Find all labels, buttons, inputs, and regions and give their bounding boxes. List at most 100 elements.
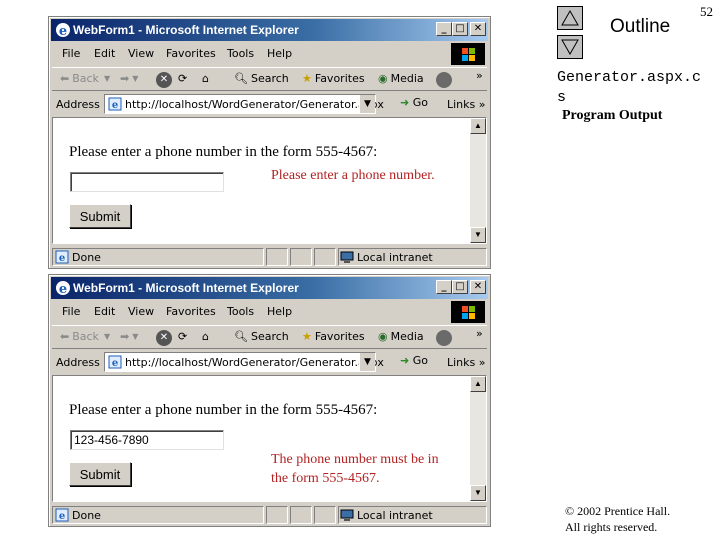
scroll-up-icon[interactable]: ▲	[470, 118, 486, 134]
previous-slide-button[interactable]	[557, 6, 583, 30]
refresh-icon: ⟳	[178, 72, 188, 85]
menu-bar: File Edit View Favorites Tools Help	[52, 43, 487, 65]
favorites-button[interactable]: ★ Favorites	[302, 330, 365, 343]
home-button[interactable]: ⌂	[202, 330, 212, 343]
toolbar: ⬅ Back ▼ ➡ ▼ ✕ ⟳ ⌂ 🔍︎ Search ★ Favorites ◉ Med…	[52, 325, 487, 349]
page-icon: e	[108, 355, 122, 369]
menu-edit[interactable]: Edit	[94, 305, 115, 318]
media-button[interactable]: ◉ Media	[378, 330, 424, 343]
refresh-icon: ⟳	[178, 330, 188, 343]
menu-help[interactable]: Help	[267, 305, 292, 318]
scroll-up-icon[interactable]: ▲	[470, 376, 486, 392]
page-icon: e	[108, 97, 122, 111]
browser-window-1: e WebForm1 - Microsoft Internet Explorer…	[48, 16, 491, 269]
validation-error: Please enter a phone number.	[271, 166, 435, 185]
chevron-down-icon: ▼	[132, 332, 139, 341]
chevron-down-icon[interactable]: ▼	[359, 95, 375, 113]
address-input[interactable]: e http://localhost/WordGenerator/Generat…	[104, 352, 384, 372]
search-button[interactable]: 🔍︎ Search	[234, 330, 289, 343]
scroll-down-icon[interactable]: ▼	[470, 485, 486, 501]
search-button[interactable]: 🔍︎ Search	[234, 72, 289, 85]
svg-text:e: e	[59, 282, 67, 296]
submit-button[interactable]: Submit	[69, 204, 131, 228]
close-button[interactable]: ✕	[470, 280, 486, 294]
menu-bar: File Edit View Favorites Tools Help	[52, 301, 487, 323]
title-bar[interactable]: e WebForm1 - Microsoft Internet Explorer…	[51, 19, 488, 41]
copyright-line: All rights reserved.	[565, 520, 658, 534]
slide-caption: Program Output	[562, 108, 663, 123]
menu-tools[interactable]: Tools	[227, 305, 254, 318]
menu-view[interactable]: View	[128, 47, 154, 60]
next-slide-button[interactable]	[557, 35, 583, 59]
address-input[interactable]: e http://localhost/WordGenerator/Generat…	[104, 94, 384, 114]
status-bar: e Done Local intranet	[52, 247, 487, 267]
go-button[interactable]: ➜ Go	[400, 96, 428, 109]
menu-favorites[interactable]: Favorites	[166, 47, 216, 60]
copyright-line: © 2002 Prentice Hall.	[565, 504, 671, 518]
address-url: http://localhost/WordGenerator/Generator…	[125, 98, 384, 111]
menu-file[interactable]: File	[62, 305, 80, 318]
outline-label[interactable]: Outline	[610, 16, 670, 38]
browser-window-2: e WebForm1 - Microsoft Internet Explorer…	[48, 274, 491, 527]
stop-button[interactable]: ✕	[156, 72, 172, 88]
scroll-down-icon[interactable]: ▼	[470, 227, 486, 243]
forward-button[interactable]: ➡ ▼	[120, 72, 138, 85]
go-arrow-icon: ➜	[400, 354, 410, 367]
vertical-scrollbar[interactable]: ▲ ▼	[470, 376, 486, 501]
windows-logo-icon	[451, 43, 485, 65]
refresh-button[interactable]: ⟳	[178, 330, 190, 343]
error-line: Please enter a phone number.	[271, 168, 435, 183]
stop-button[interactable]: ✕	[156, 330, 172, 346]
file-name-line: Generator.aspx.c	[557, 69, 702, 86]
refresh-button[interactable]: ⟳	[178, 72, 190, 85]
phone-input[interactable]: 123-456-7890	[70, 430, 224, 450]
favorites-button[interactable]: ★ Favorites	[302, 72, 365, 85]
media-icon: ◉	[378, 330, 388, 343]
triangle-down-icon	[561, 39, 579, 55]
maximize-button[interactable]: □	[452, 22, 468, 36]
page-done-icon: e	[55, 250, 69, 264]
links-button[interactable]: Links »	[447, 356, 486, 369]
back-button[interactable]: ⬅ Back ▼	[60, 330, 110, 343]
stop-icon: ✕	[156, 72, 172, 88]
phone-prompt: Please enter a phone number in the form …	[69, 402, 378, 418]
error-line: the form 555-4567.	[271, 471, 380, 486]
phone-prompt: Please enter a phone number in the form …	[69, 144, 378, 160]
zone-label: Local intranet	[357, 251, 433, 264]
title-bar[interactable]: e WebForm1 - Microsoft Internet Explorer…	[51, 277, 488, 299]
menu-help[interactable]: Help	[267, 47, 292, 60]
forward-button[interactable]: ➡ ▼	[120, 330, 138, 343]
toolbar-chevron[interactable]: »	[476, 327, 483, 340]
menu-view[interactable]: View	[128, 305, 154, 318]
ie-logo-icon: e	[56, 23, 70, 38]
minimize-button[interactable]: _	[436, 280, 452, 294]
phone-input[interactable]	[70, 172, 224, 192]
home-button[interactable]: ⌂	[202, 72, 212, 85]
go-button[interactable]: ➜ Go	[400, 354, 428, 367]
status-text: Done	[72, 251, 101, 264]
menu-edit[interactable]: Edit	[94, 47, 115, 60]
vertical-scrollbar[interactable]: ▲ ▼	[470, 118, 486, 243]
chevron-down-icon: ▼	[103, 74, 111, 83]
svg-text:e: e	[112, 100, 118, 111]
menu-favorites[interactable]: Favorites	[166, 305, 216, 318]
links-button[interactable]: Links »	[447, 98, 486, 111]
history-button[interactable]	[436, 330, 452, 346]
menu-tools[interactable]: Tools	[227, 47, 254, 60]
chevron-down-icon: ▼	[103, 332, 111, 341]
history-button[interactable]	[436, 72, 452, 88]
menu-file[interactable]: File	[62, 47, 80, 60]
media-button[interactable]: ◉ Media	[378, 72, 424, 85]
minimize-button[interactable]: _	[436, 22, 452, 36]
history-icon	[436, 72, 452, 88]
chevron-down-icon[interactable]: ▼	[359, 353, 375, 371]
maximize-button[interactable]: □	[452, 280, 468, 294]
page-content: Please enter a phone number in the form …	[52, 117, 487, 244]
submit-button[interactable]: Submit	[69, 462, 131, 486]
back-button[interactable]: ⬅ Back ▼	[60, 72, 110, 85]
close-button[interactable]: ✕	[470, 22, 486, 36]
validation-error: The phone number must be in the form 555…	[271, 450, 439, 488]
window-title: WebForm1 - Microsoft Internet Explorer	[73, 23, 299, 37]
toolbar-chevron[interactable]: »	[476, 69, 483, 82]
page-number: 52	[700, 4, 713, 19]
